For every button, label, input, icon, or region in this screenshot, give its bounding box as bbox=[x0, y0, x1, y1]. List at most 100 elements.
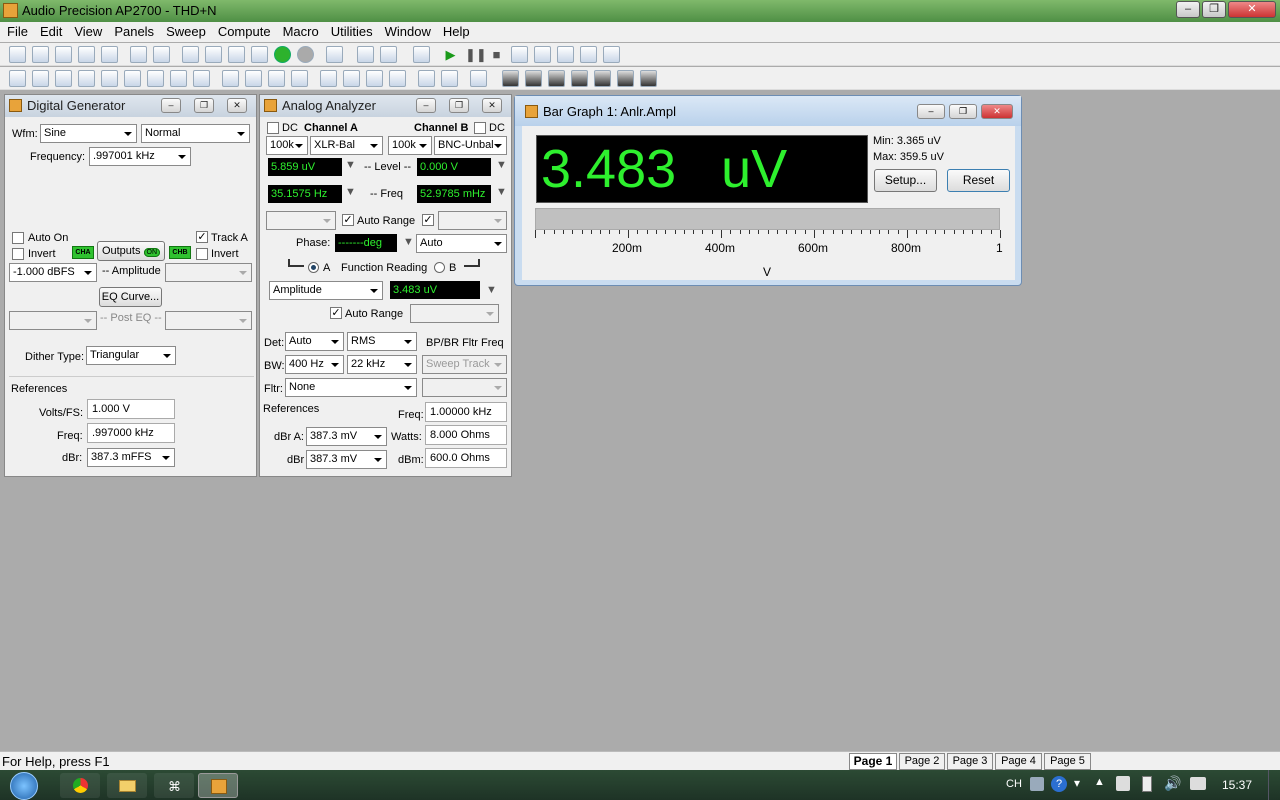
analog-analyzer-titlebar[interactable]: Analog Analyzer – ❐ ✕ bbox=[260, 95, 511, 117]
new-icon[interactable] bbox=[9, 46, 26, 63]
help-icon[interactable]: ? bbox=[1051, 776, 1067, 792]
save-all-icon[interactable] bbox=[101, 46, 118, 63]
range-b-select[interactable] bbox=[438, 211, 507, 230]
glasses-icon[interactable] bbox=[534, 46, 551, 63]
invert-a-checkbox[interactable] bbox=[12, 248, 24, 260]
watts-input[interactable]: 8.000 Ohms bbox=[425, 425, 507, 445]
graph-panel-3-icon[interactable] bbox=[548, 70, 565, 87]
page-tab-5[interactable]: Page 5 bbox=[1044, 753, 1091, 770]
chrome-icon[interactable] bbox=[60, 773, 100, 798]
det-mode-select[interactable]: RMS bbox=[347, 332, 417, 351]
start-button[interactable] bbox=[10, 772, 38, 800]
menu-utilities[interactable]: Utilities bbox=[324, 22, 378, 39]
dbr-select[interactable]: 387.3 mFFS bbox=[87, 448, 175, 467]
window-icon[interactable] bbox=[380, 46, 397, 63]
graph-panel-5-icon[interactable] bbox=[594, 70, 611, 87]
cha-input-select[interactable]: XLR-Bal bbox=[310, 136, 383, 155]
language-indicator[interactable]: CH bbox=[1006, 778, 1022, 790]
print-preview-icon[interactable] bbox=[153, 46, 170, 63]
dc-a-checkbox[interactable] bbox=[267, 122, 279, 134]
new-template-icon[interactable] bbox=[32, 46, 49, 63]
menu-file[interactable]: File bbox=[0, 22, 33, 39]
chart-icon[interactable] bbox=[366, 70, 383, 87]
freq-a-dropdown-icon[interactable]: ▼ bbox=[345, 186, 356, 198]
volume-icon[interactable]: 🔊 bbox=[1164, 775, 1181, 792]
range-a-select[interactable] bbox=[266, 211, 336, 230]
sliders-icon[interactable] bbox=[268, 70, 285, 87]
sweep-track-select[interactable]: Sweep Track bbox=[422, 355, 507, 374]
analyzer-icon[interactable] bbox=[9, 70, 26, 87]
show-hidden-icons-icon[interactable]: ▲ bbox=[1094, 776, 1105, 788]
menu-help[interactable]: Help bbox=[436, 22, 475, 39]
setup-button[interactable]: Setup... bbox=[874, 169, 937, 192]
panel-close-button[interactable]: ✕ bbox=[482, 98, 502, 113]
freq-b-dropdown-icon[interactable]: ▼ bbox=[496, 186, 507, 198]
phase-dropdown-icon[interactable]: ▼ bbox=[403, 236, 414, 248]
arrow-right-icon[interactable] bbox=[320, 70, 337, 87]
bar-graph-close-button[interactable]: ✕ bbox=[981, 104, 1013, 119]
checkmark-icon[interactable] bbox=[245, 70, 262, 87]
level-a-dropdown-icon[interactable]: ▼ bbox=[345, 159, 356, 171]
bw-high-select[interactable]: 22 kHz bbox=[347, 355, 417, 374]
bar-graph-titlebar[interactable]: Bar Graph 1: Anlr.Ampl – ❐ ✕ bbox=[515, 96, 1021, 126]
bar-graph-maximize-button[interactable]: ❐ bbox=[949, 104, 977, 119]
undo-icon[interactable] bbox=[182, 46, 199, 63]
auto-range-a-checkbox[interactable]: ✓ bbox=[342, 214, 354, 226]
ref-freq-input[interactable]: .997000 kHz bbox=[87, 423, 175, 443]
dcx-icon[interactable] bbox=[222, 70, 239, 87]
panel-minimize-button[interactable]: – bbox=[161, 98, 181, 113]
keyboard-icon[interactable] bbox=[1030, 777, 1044, 791]
display-icon[interactable] bbox=[1190, 777, 1206, 790]
graph-panel-1-icon[interactable] bbox=[502, 70, 519, 87]
track-a-checkbox[interactable]: ✓ bbox=[196, 231, 208, 243]
edit-icon[interactable] bbox=[470, 70, 487, 87]
save-icon[interactable] bbox=[78, 46, 95, 63]
waveform-mode-select[interactable]: Normal bbox=[141, 124, 250, 143]
graph-panel-7-icon[interactable] bbox=[640, 70, 657, 87]
faders-icon[interactable] bbox=[291, 70, 308, 87]
show-desktop-button[interactable] bbox=[1268, 770, 1280, 800]
input-settings-icon[interactable]: ▾ bbox=[1074, 776, 1080, 790]
switcher-icon[interactable] bbox=[101, 70, 118, 87]
step-out-icon[interactable] bbox=[603, 46, 620, 63]
radio-b[interactable] bbox=[434, 262, 445, 273]
link-icon[interactable] bbox=[357, 46, 374, 63]
clock-icon[interactable] bbox=[170, 70, 187, 87]
dither-type-select[interactable]: Triangular bbox=[86, 346, 176, 365]
post-eq-b-select[interactable] bbox=[165, 311, 252, 330]
menu-edit[interactable]: Edit bbox=[33, 22, 67, 39]
step-icon[interactable] bbox=[557, 46, 574, 63]
step-into-icon[interactable] bbox=[580, 46, 597, 63]
menu-panels[interactable]: Panels bbox=[107, 22, 159, 39]
chb-input-select[interactable]: BNC-Unbal bbox=[434, 136, 507, 155]
graph-panel-2-icon[interactable] bbox=[525, 70, 542, 87]
stop-icon[interactable]: ■ bbox=[488, 46, 505, 63]
paste-icon[interactable] bbox=[251, 46, 268, 63]
hand-icon[interactable] bbox=[511, 46, 528, 63]
auto-on-checkbox[interactable] bbox=[12, 232, 24, 244]
radio-a[interactable] bbox=[308, 262, 319, 273]
graph-panel-4-icon[interactable] bbox=[571, 70, 588, 87]
bar-graph-minimize-button[interactable]: – bbox=[917, 104, 945, 119]
copy-icon[interactable] bbox=[228, 46, 245, 63]
multitone-icon[interactable] bbox=[147, 70, 164, 87]
graph-panel-6-icon[interactable] bbox=[617, 70, 634, 87]
arrow-down-icon[interactable] bbox=[343, 70, 360, 87]
auto-range-function-checkbox[interactable]: ✓ bbox=[330, 307, 342, 319]
print-icon[interactable] bbox=[130, 46, 147, 63]
page-tab-2[interactable]: Page 2 bbox=[899, 753, 945, 770]
dbra-select[interactable]: 387.3 mV bbox=[306, 427, 387, 446]
invert-b-checkbox[interactable] bbox=[196, 248, 208, 260]
clock[interactable]: 15:37 bbox=[1222, 778, 1252, 792]
digital-generator-titlebar[interactable]: Digital Generator – ❐ ✕ bbox=[5, 95, 256, 117]
menu-window[interactable]: Window bbox=[378, 22, 436, 39]
battery-icon[interactable] bbox=[1142, 776, 1152, 792]
dbr-select[interactable]: 387.3 mV bbox=[306, 450, 387, 469]
play-icon[interactable]: ▶ bbox=[442, 46, 459, 63]
waveform-icon[interactable] bbox=[55, 70, 72, 87]
cut-icon[interactable] bbox=[205, 46, 222, 63]
reset-button[interactable]: Reset bbox=[947, 169, 1010, 192]
phase-mode-select[interactable]: Auto bbox=[416, 234, 507, 253]
explorer-icon[interactable] bbox=[107, 773, 147, 798]
amplitude-select[interactable]: -1.000 dBFS bbox=[9, 263, 97, 282]
